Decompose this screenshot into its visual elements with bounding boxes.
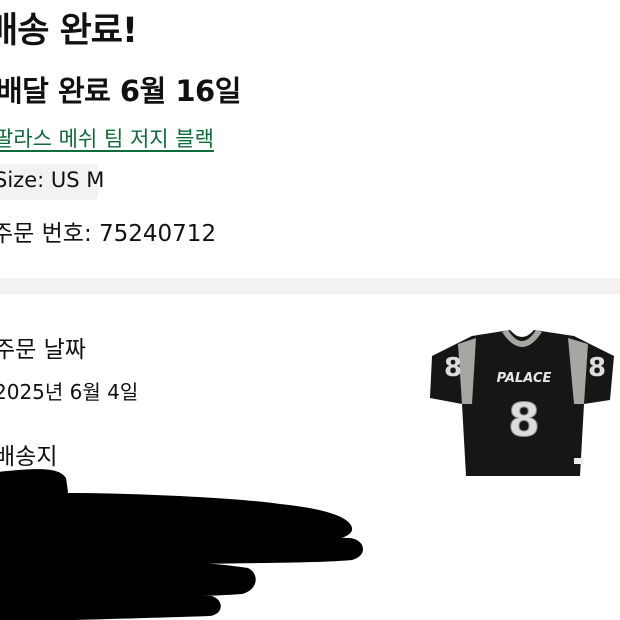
sleeve-number: 8 <box>588 353 606 383</box>
jersey-brand: PALACE <box>497 371 552 386</box>
address-redaction <box>0 469 363 620</box>
section-divider <box>0 278 620 294</box>
jersey-image: 8 8 PALACE 8 <box>430 330 614 476</box>
product-link[interactable]: 팔라스 메쉬 팀 저지 블랙 <box>0 123 214 153</box>
page-title: 배송 완료! <box>0 11 138 51</box>
delivery-status: 배달 완료 6월 16일 <box>0 74 241 108</box>
order-date-label: 주문 날짜 <box>0 337 86 363</box>
size-text: Size: US M <box>0 168 105 192</box>
jersey-number: 8 <box>508 393 540 447</box>
sleeve-number: 8 <box>444 353 462 383</box>
jersey-shape: 8 8 PALACE 8 <box>430 330 614 476</box>
order-date-value: 2025년 6월 4일 <box>0 380 139 404</box>
order-number: 주문 번호: 75240712 <box>0 221 217 247</box>
